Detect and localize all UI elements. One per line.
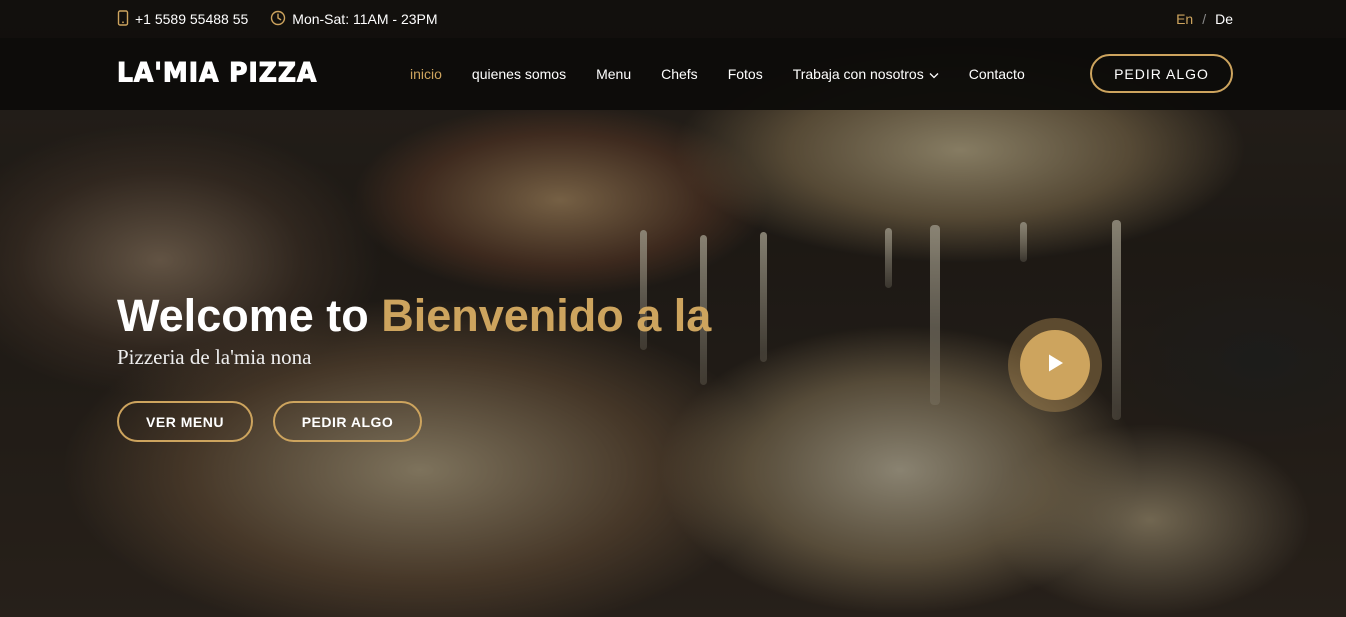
play-button-circle: [1020, 330, 1090, 400]
hours-info: Mon-Sat: 11AM - 23PM: [270, 10, 438, 29]
play-icon: [1046, 353, 1064, 378]
site-logo[interactable]: LA'MIA PIZZA: [116, 57, 317, 88]
nav-item-trabaja-label: Trabaja con nosotros: [792, 66, 924, 82]
chevron-down-icon: [929, 66, 939, 82]
hero-title-main: Welcome to: [117, 290, 382, 341]
phone-number: +1 5589 55488 55: [135, 11, 249, 27]
nav-item-chefs[interactable]: Chefs: [661, 66, 698, 82]
nav-item-inicio[interactable]: inicio: [410, 66, 442, 82]
header-order-button[interactable]: PEDIR ALGO: [1090, 54, 1233, 93]
lang-de-link[interactable]: De: [1215, 11, 1233, 27]
play-video-button[interactable]: [1008, 318, 1102, 412]
language-switcher: En / De: [1176, 0, 1233, 38]
nav-item-menu[interactable]: Menu: [596, 66, 631, 82]
contact-info: +1 5589 55488 55 Mon-Sat: 11AM - 23PM: [117, 0, 438, 38]
view-menu-button[interactable]: VER MENU: [117, 401, 253, 442]
hero-subtitle: Pizzeria de la'mia nona: [117, 345, 312, 369]
topbar: +1 5589 55488 55 Mon-Sat: 11AM - 23PM En…: [0, 0, 1346, 38]
phone-info: +1 5589 55488 55: [117, 9, 249, 29]
phone-icon: [117, 9, 129, 29]
clock-icon: [270, 10, 286, 29]
nav-item-trabaja[interactable]: Trabaja con nosotros: [793, 66, 939, 82]
hero-order-button[interactable]: PEDIR ALGO: [273, 401, 422, 442]
lang-separator: /: [1202, 11, 1207, 27]
main-header: LA'MIA PIZZA inicio quienes somos Menu C…: [0, 38, 1346, 110]
opening-hours: Mon-Sat: 11AM - 23PM: [292, 11, 438, 27]
nav-item-fotos[interactable]: Fotos: [728, 66, 763, 82]
hero-title: Welcome to Bienvenido a la: [117, 290, 711, 342]
main-nav: inicio quienes somos Menu Chefs Fotos Tr…: [410, 38, 1055, 110]
nav-item-quienes-somos[interactable]: quienes somos: [472, 66, 566, 82]
hero-title-accent: Bienvenido a la: [381, 290, 712, 341]
lang-en-link[interactable]: En: [1176, 11, 1193, 27]
nav-item-contacto[interactable]: Contacto: [969, 66, 1025, 82]
